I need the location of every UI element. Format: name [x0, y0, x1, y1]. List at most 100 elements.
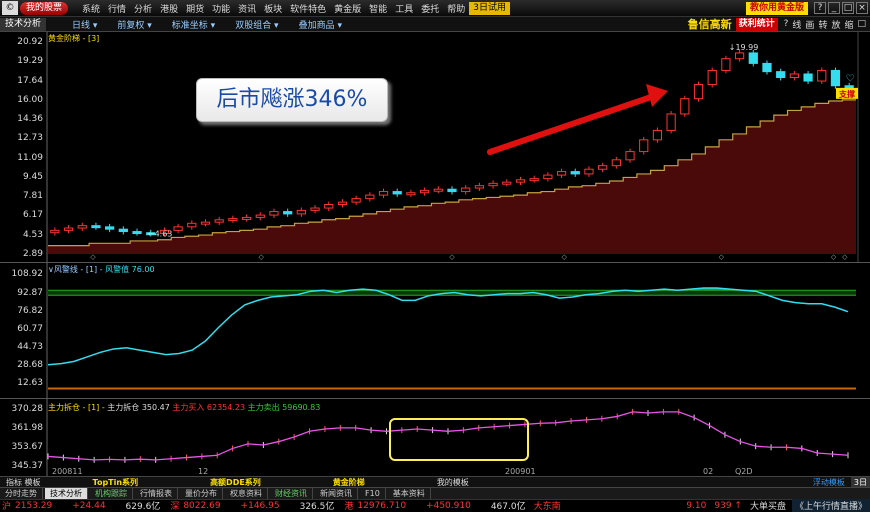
ticker-price: 9.10: [686, 500, 707, 511]
warning-line-panel[interactable]: 108.92 92.87 76.82 60.77 44.73 28.68 12.63 ∨风警…: [0, 262, 870, 399]
sh-label: 沪: [2, 502, 12, 512]
template-gold-ladder[interactable]: 黄金阶梯: [327, 477, 371, 488]
trial-button[interactable]: 3日试用: [469, 1, 510, 15]
tab-news[interactable]: 新闻资讯: [315, 488, 358, 499]
zoom-in-button[interactable]: 放: [831, 18, 840, 31]
menu-help[interactable]: 帮助: [443, 2, 469, 15]
menu-functions[interactable]: 功能: [208, 2, 234, 15]
tab-technical-analysis[interactable]: 技术分析: [0, 17, 47, 31]
zoom-out-button[interactable]: 缩: [844, 18, 853, 31]
menu-info[interactable]: 资讯: [234, 2, 260, 15]
tab-basic-info[interactable]: 基本资料: [388, 488, 431, 499]
menu-quotes[interactable]: 行情: [104, 2, 130, 15]
candle-body: [241, 216, 252, 220]
coordinate-dropdown[interactable]: 标准坐标 ▾: [172, 18, 215, 31]
candle-body: [474, 185, 484, 189]
line-tool-button[interactable]: 线: [792, 18, 801, 31]
tab-quote-table[interactable]: 行情报表: [135, 488, 178, 499]
promo-button[interactable]: 教你用黄金版: [745, 1, 808, 15]
sz-label: 深: [170, 502, 180, 512]
my-stocks-button[interactable]: 我的股票: [20, 1, 69, 15]
template-toptin[interactable]: TopTin系列: [87, 477, 145, 488]
window-tool-icon[interactable]: □: [857, 19, 866, 29]
p2-y-tick-2: 76.82: [17, 305, 43, 316]
main-chart-panel[interactable]: ◇ ◇ ◇ ◇ ◇ ◇ ◇ ↓19.99 ←4.63 支撑 ♡ 20.92 19.29 17.64 16.…: [0, 32, 870, 262]
template-3day[interactable]: 3日: [850, 476, 870, 488]
candle-body: [447, 188, 457, 193]
menu-analysis[interactable]: 分析: [130, 2, 156, 15]
template-floating[interactable]: 浮动模板: [813, 477, 845, 488]
ticker-stock-name[interactable]: 大东南: [534, 499, 561, 512]
candle-body: [91, 225, 101, 229]
help-tool-icon[interactable]: ?: [784, 19, 789, 29]
warning-line-svg: [46, 263, 856, 399]
hk-amount: 467.0亿: [490, 502, 526, 512]
minimize-icon[interactable]: _: [828, 2, 840, 14]
overlay-dropdown[interactable]: 叠加商品 ▾: [299, 18, 342, 31]
candle-body: [625, 151, 635, 161]
support-label: 支撑: [838, 89, 855, 99]
menu-gold[interactable]: 黄金版: [330, 2, 365, 15]
panel2-legend-value: 风警值 76.00: [105, 265, 155, 274]
candle-body: [118, 228, 128, 233]
main-y-tick-0: 20.92: [17, 37, 43, 47]
candle-body: [611, 159, 621, 167]
candle-body: [666, 113, 676, 131]
sh-index: 2153.29: [15, 500, 53, 511]
candle-body: [598, 165, 608, 170]
tab-technical[interactable]: 技术分析: [45, 488, 88, 499]
template-dde[interactable]: 高额DDE系列: [204, 477, 267, 488]
p2-y-tick-0: 108.92: [11, 269, 44, 280]
candle-body: [502, 181, 512, 185]
period-dropdown[interactable]: 日线 ▾: [72, 18, 97, 31]
panel3-legend-name: 主力拆仓 - [1] -: [48, 403, 105, 412]
main-y-tick-10: 4.53: [22, 229, 43, 240]
tab-finance-news[interactable]: 财经资讯: [270, 488, 313, 499]
news-ticker[interactable]: 《上午行情直播》: [791, 499, 870, 512]
menu-hk[interactable]: 港股: [156, 2, 182, 15]
view-tab-bar: 分时走势 技术分析 机构跟踪 行情报表 量价分布 权息资料 财经资讯 新闻资讯 …: [0, 487, 870, 499]
p2-y-tick-6: 12.63: [17, 378, 43, 389]
dual-stock-dropdown[interactable]: 双股组合 ▾: [235, 18, 278, 31]
tab-rights[interactable]: 权息资料: [225, 488, 268, 499]
menu-sector[interactable]: 板块: [260, 2, 286, 15]
tab-institution[interactable]: 机构跟踪: [90, 488, 133, 499]
candle-body: [337, 201, 348, 205]
tab-f10[interactable]: F10: [360, 488, 386, 499]
candle-body: [200, 221, 211, 225]
indicator-template-label[interactable]: 指标 模板: [0, 477, 47, 488]
candle-body: [406, 192, 416, 196]
panel3-legend: 主力拆仓 - [1] - 主力拆仓 350.47 主力买入 62354.23 主…: [48, 402, 320, 413]
menu-tools[interactable]: 工具: [391, 2, 417, 15]
main-y-tick-5: 12.73: [17, 133, 43, 144]
panel3-legend-buy: 主力买入 62354.23: [172, 403, 246, 412]
profit-stats-button[interactable]: 获利统计: [735, 17, 778, 31]
main-y-tick-11: 2.89: [22, 249, 43, 259]
menu-smart[interactable]: 智能: [365, 2, 391, 15]
candle-body: [515, 179, 526, 183]
candle-body: [734, 52, 745, 60]
hk-change: +450.910: [426, 500, 471, 511]
tab-volume-dist[interactable]: 量价分布: [180, 488, 223, 499]
sz-index: 8022.69: [183, 500, 221, 511]
menu-features[interactable]: 软件特色: [286, 2, 330, 15]
menu-futures[interactable]: 期货: [182, 2, 208, 15]
candle-body: [173, 226, 183, 231]
close-icon[interactable]: ×: [856, 2, 868, 14]
main-y-tick-6: 11.09: [17, 152, 43, 163]
menu-system[interactable]: 系统: [78, 2, 104, 15]
candle-body: [105, 226, 115, 230]
candle-body: [365, 194, 375, 200]
p2-y-tick-3: 60.77: [17, 323, 43, 334]
help-icon[interactable]: ?: [814, 2, 826, 14]
main-force-panel[interactable]: 200811 12 200901 02 Q2D 370.28 361.98 353.67 34…: [0, 398, 870, 477]
candle-body: [392, 191, 402, 195]
switch-tool-button[interactable]: 转: [818, 18, 827, 31]
maximize-icon[interactable]: □: [842, 2, 854, 14]
adjust-dropdown[interactable]: 前复权 ▾: [117, 18, 151, 31]
draw-tool-button[interactable]: 画: [805, 18, 814, 31]
hk-index: 12976.710: [357, 500, 407, 511]
template-mine[interactable]: 我的模板: [431, 477, 475, 488]
menu-trade[interactable]: 委托: [417, 2, 443, 15]
tab-intraday[interactable]: 分时走势: [0, 488, 43, 499]
